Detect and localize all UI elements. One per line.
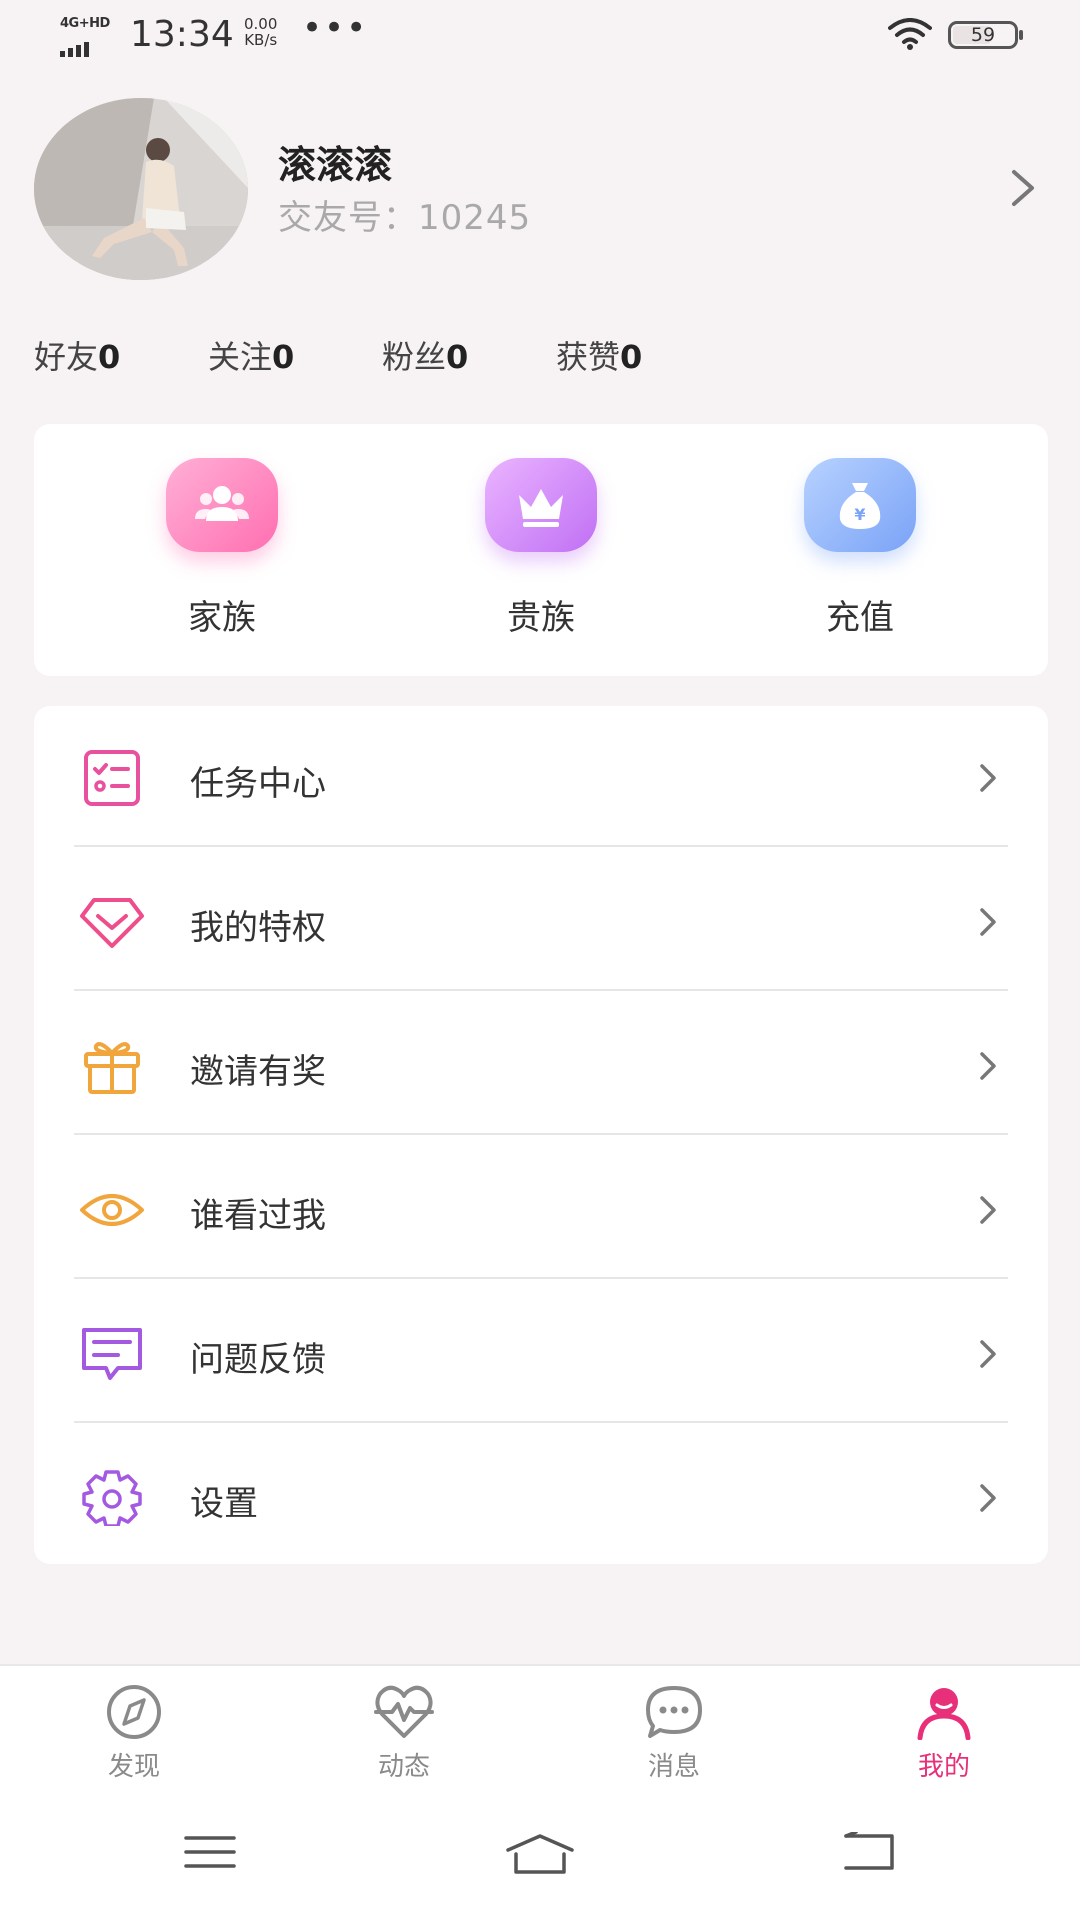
menu-item-invite-rewards[interactable]: 邀请有奖 [34, 994, 1048, 1138]
divider [74, 845, 1008, 847]
bottom-tab-bar: 发现 动态 消息 我的 [0, 1664, 1080, 1794]
quick-actions-card: 家族 贵族 ¥ 充值 [34, 424, 1048, 676]
menu-icon[interactable] [184, 1832, 236, 1872]
stat-following[interactable]: 关注0 [208, 332, 294, 378]
quick-action-nobility[interactable]: 贵族 [441, 458, 641, 648]
home-icon[interactable] [504, 1832, 576, 1876]
chevron-right-icon [980, 764, 996, 792]
menu-item-my-privileges[interactable]: 我的特权 [34, 850, 1048, 994]
tab-label: 消息 [647, 1752, 700, 1782]
stat-value: 0 [98, 338, 121, 376]
stat-value: 0 [272, 338, 295, 376]
stat-label: 关注 [208, 338, 273, 376]
wifi-icon [888, 18, 932, 50]
system-navigation-bar [0, 1794, 1080, 1920]
avatar[interactable] [34, 98, 248, 280]
profile-name: 滚滚滚 [278, 143, 393, 187]
stat-label: 好友 [34, 338, 99, 376]
chevron-right-icon [980, 1052, 996, 1080]
stat-likes[interactable]: 获赞0 [556, 332, 642, 378]
diamond-icon [80, 898, 144, 948]
menu-item-label: 我的特权 [190, 908, 326, 948]
stat-label: 粉丝 [382, 338, 447, 376]
battery-icon: 59 [948, 21, 1023, 49]
stat-value: 0 [446, 338, 469, 376]
stat-value: 0 [620, 338, 643, 376]
gear-icon [82, 1470, 142, 1526]
quick-action-nobility-label: 贵族 [507, 598, 575, 638]
quick-action-nobility-badge [485, 458, 597, 552]
tab-label: 发现 [107, 1752, 160, 1782]
quick-action-recharge-badge: ¥ [804, 458, 916, 552]
heartbeat-icon [374, 1685, 434, 1738]
menu-item-feedback[interactable]: 问题反馈 [34, 1282, 1048, 1426]
profile-id-label: 交友号： [278, 198, 418, 238]
network-speed-value: 0.00 [244, 15, 278, 33]
quick-action-family-badge [166, 458, 278, 552]
avatar-photo [34, 98, 248, 280]
status-bar: 4G+HD 13:34 0.00 KB/s ••• 59 [0, 0, 1080, 70]
quick-action-recharge[interactable]: ¥ 充值 [760, 458, 960, 648]
tab-messages[interactable]: 消息 [604, 1684, 744, 1784]
task-list-icon [84, 750, 140, 806]
quick-action-recharge-label: 充值 [826, 598, 894, 638]
crown-icon [519, 489, 563, 527]
tab-label: 动态 [377, 1752, 430, 1782]
compass-icon [107, 1685, 161, 1739]
menu-card: 任务中心 我的特权 邀请有奖 谁看过我 问题反馈 设置 [34, 706, 1048, 1564]
users-icon [195, 486, 249, 521]
gift-icon [84, 1042, 140, 1094]
eye-icon [80, 1194, 144, 1226]
quick-action-family[interactable]: 家族 [122, 458, 322, 648]
menu-item-task-center[interactable]: 任务中心 [34, 706, 1048, 850]
divider [74, 1133, 1008, 1135]
stat-friends[interactable]: 好友0 [34, 332, 120, 378]
money-bag-icon: ¥ [839, 483, 881, 529]
stat-label: 获赞 [556, 338, 621, 376]
more-notifications-icon: ••• [302, 8, 369, 48]
menu-item-label: 谁看过我 [190, 1196, 326, 1236]
chevron-right-icon [980, 1340, 996, 1368]
menu-item-settings[interactable]: 设置 [34, 1426, 1048, 1570]
battery-level: 59 [970, 24, 996, 46]
divider [74, 989, 1008, 991]
network-type: 4G+HD [60, 16, 110, 31]
divider [74, 1277, 1008, 1279]
profile-chevron-right-icon[interactable] [1008, 166, 1038, 210]
profile-id-value: 10245 [418, 198, 532, 238]
menu-item-label: 设置 [190, 1484, 258, 1524]
tab-feed[interactable]: 动态 [334, 1684, 474, 1784]
profile-id: 交友号：10245 [278, 190, 531, 239]
svg-text:¥: ¥ [854, 505, 865, 524]
chat-icon [646, 1686, 702, 1738]
tab-label: 我的 [917, 1752, 970, 1782]
tab-me[interactable]: 我的 [874, 1684, 1014, 1784]
status-time: 13:34 [130, 14, 234, 55]
back-icon[interactable] [842, 1832, 898, 1872]
stat-fans[interactable]: 粉丝0 [382, 332, 468, 378]
menu-item-label: 问题反馈 [190, 1340, 326, 1380]
person-icon [917, 1688, 971, 1740]
chevron-right-icon [980, 1484, 996, 1512]
divider [74, 1421, 1008, 1423]
menu-item-who-viewed-me[interactable]: 谁看过我 [34, 1138, 1048, 1282]
tab-discover[interactable]: 发现 [64, 1684, 204, 1784]
chevron-right-icon [980, 908, 996, 936]
chevron-right-icon [980, 1196, 996, 1224]
menu-item-label: 任务中心 [190, 764, 326, 804]
cellular-signal-icon: 4G+HD [58, 16, 120, 57]
network-speed-unit: KB/s [244, 31, 278, 49]
menu-item-label: 邀请有奖 [190, 1052, 326, 1092]
quick-action-family-label: 家族 [188, 598, 256, 638]
network-speed: 0.00 KB/s [244, 16, 277, 48]
feedback-icon [82, 1328, 142, 1380]
